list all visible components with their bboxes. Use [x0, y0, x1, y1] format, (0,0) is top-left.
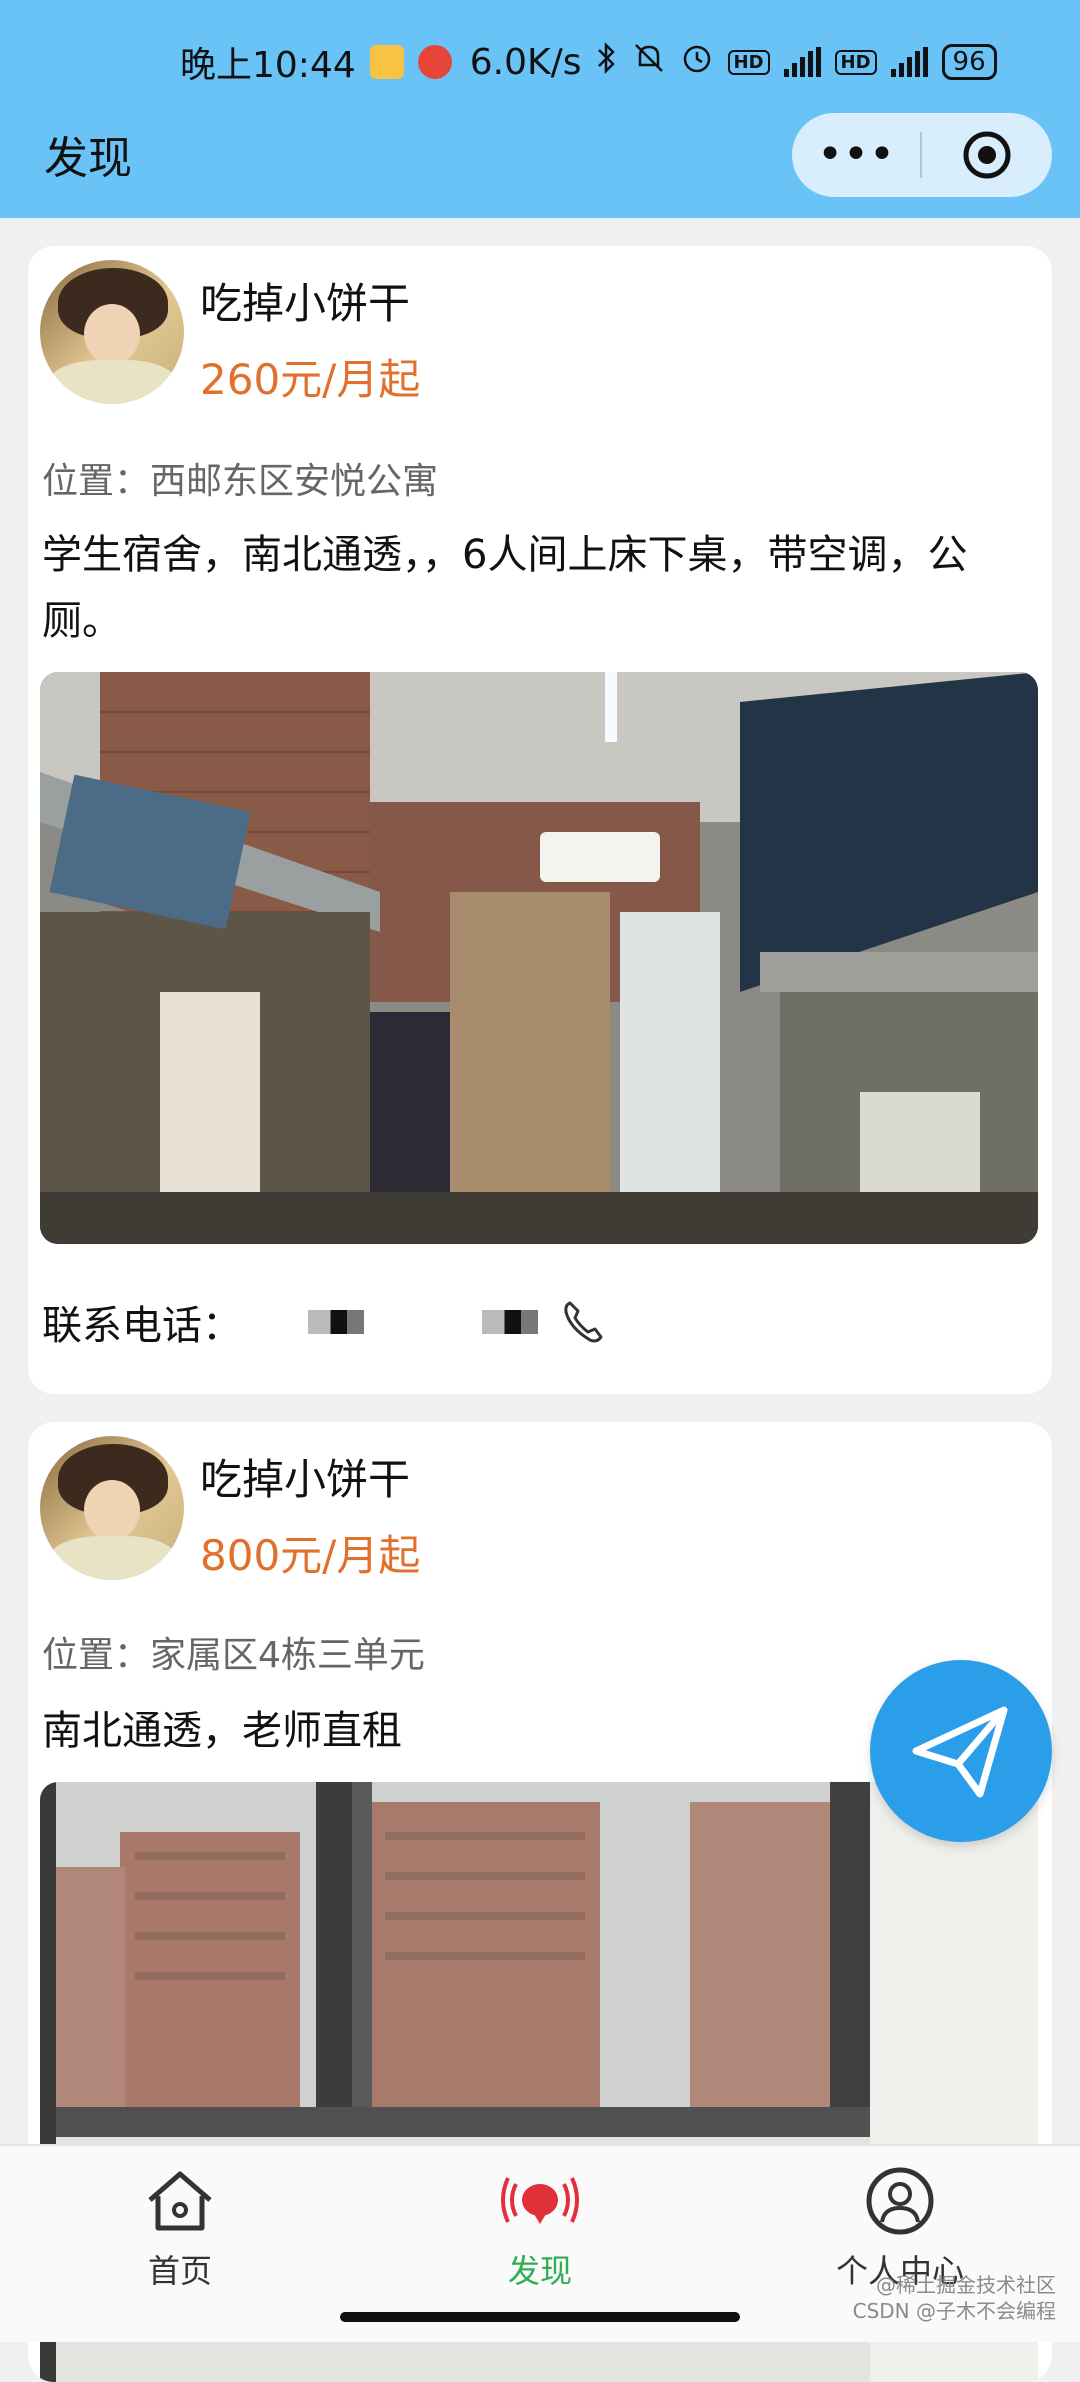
home-icon: [148, 2171, 212, 2231]
top-bar: 晚上10:44 6.0K/s HD HD 96 发现 •••: [0, 0, 1080, 218]
avatar[interactable]: [40, 1436, 184, 1580]
tab-label: 首页: [147, 2252, 212, 2290]
close-miniprogram-button[interactable]: [922, 129, 1052, 181]
listing-photo[interactable]: [40, 672, 1038, 1244]
battery-level: 96: [941, 44, 997, 80]
status-time: 晚上10:44: [180, 45, 356, 86]
notification-app-icon: [369, 45, 404, 79]
alarm-icon: [680, 41, 714, 84]
phone-number-masked: [308, 1310, 364, 1334]
paper-plane-icon: [912, 1706, 1008, 1798]
post-card[interactable]: 吃掉小饼干 260元/月起 位置：西邮东区安悦公寓 学生宿舍，南北通透，，6人间…: [28, 246, 1052, 1394]
signal-icon: [890, 47, 928, 77]
price: 800元/月起: [200, 1531, 421, 1580]
publish-button[interactable]: [870, 1660, 1052, 1842]
hd-icon: HD: [727, 49, 770, 75]
mute-bell-icon: [632, 41, 666, 84]
page-title: 发现: [44, 133, 132, 184]
tab-discover[interactable]: 发现: [440, 2166, 640, 2292]
contact-row: 联系电话：: [42, 1292, 608, 1352]
notification-app-icon: [417, 45, 452, 79]
location: 位置：西邮东区安悦公寓: [42, 461, 439, 502]
miniprogram-capsule: •••: [792, 113, 1052, 197]
user-circle-icon: [866, 2167, 934, 2235]
broadcast-icon: [501, 2177, 579, 2224]
watermark-line: CSDN @子木不会编程: [852, 2299, 1056, 2323]
bluetooth-icon: [596, 41, 618, 84]
avatar[interactable]: [40, 260, 184, 404]
price: 260元/月起: [200, 355, 421, 404]
signal-icon: [783, 47, 821, 77]
watermark: @稀土掘金技术社区 CSDN @子木不会编程: [853, 2272, 1056, 2324]
status-bar: 晚上10:44 6.0K/s HD HD 96: [180, 30, 1020, 94]
home-indicator: [340, 2312, 740, 2322]
description: 学生宿舍，南北通透，，6人间上床下桌，带空调，公厕。: [42, 532, 968, 644]
watermark-line: @稀土掘金技术社区: [876, 2273, 1056, 2297]
location: 位置：家属区4栋三单元: [42, 1635, 425, 1676]
hd-icon: HD: [834, 49, 877, 75]
target-icon: [963, 131, 1011, 179]
tab-home[interactable]: 首页: [80, 2166, 280, 2292]
phone-icon[interactable]: [560, 1298, 608, 1346]
more-menu-button[interactable]: •••: [792, 113, 920, 197]
tab-label: 发现: [507, 2252, 572, 2290]
username: 吃掉小饼干: [200, 1455, 411, 1504]
network-speed: 6.0K/s: [469, 41, 582, 83]
username: 吃掉小饼干: [200, 279, 411, 328]
phone-number-masked: [482, 1310, 538, 1334]
contact-label: 联系电话：: [42, 1303, 242, 1349]
